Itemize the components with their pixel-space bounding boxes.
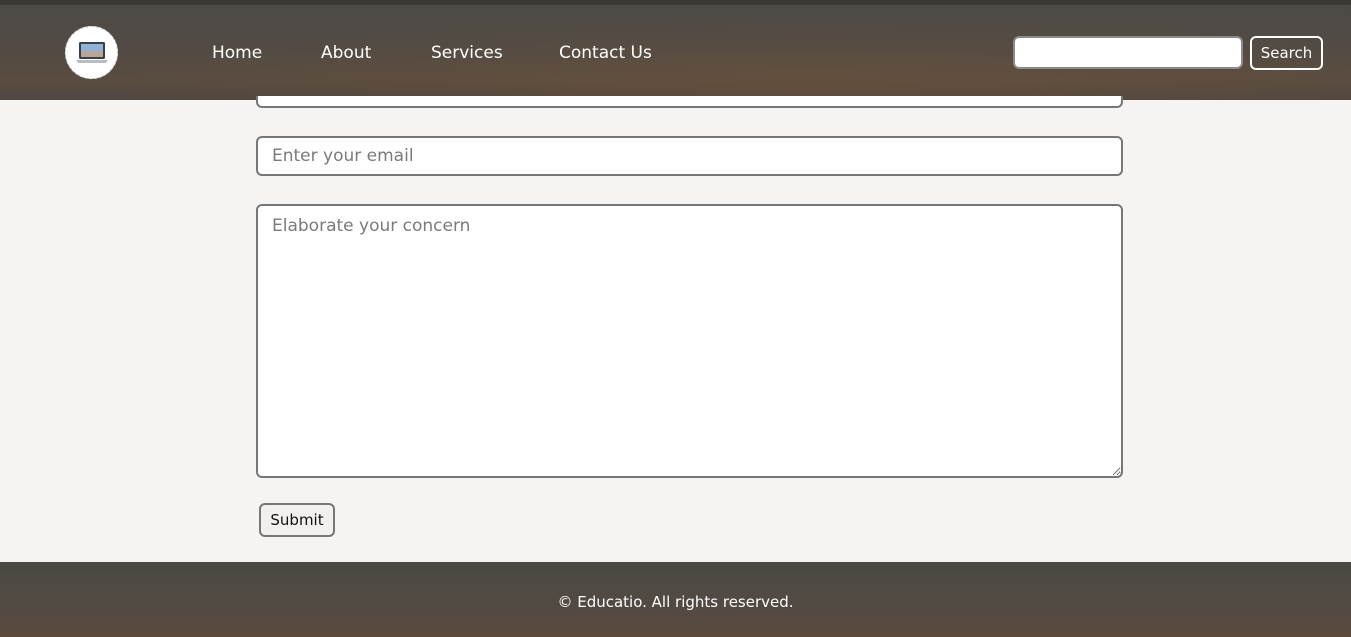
nav-services-link[interactable]: Services xyxy=(431,43,503,63)
nav-about-link[interactable]: About xyxy=(321,43,371,63)
nav-contact-link[interactable]: Contact Us xyxy=(559,43,652,63)
site-logo[interactable] xyxy=(65,26,118,79)
nav-home-link[interactable]: Home xyxy=(212,43,262,63)
search-input[interactable] xyxy=(1013,36,1243,69)
concern-textarea[interactable] xyxy=(256,204,1123,478)
submit-button[interactable]: Submit xyxy=(259,503,335,537)
laptop-icon xyxy=(76,42,108,63)
footer: © Educatio. All rights reserved. xyxy=(0,562,1351,637)
search-button[interactable]: Search xyxy=(1250,36,1323,70)
name-field-partial[interactable] xyxy=(256,96,1123,108)
copyright-text: © Educatio. All rights reserved. xyxy=(557,593,794,611)
email-field[interactable] xyxy=(256,136,1123,176)
navbar: Home About Services Contact Us Search xyxy=(0,5,1351,100)
